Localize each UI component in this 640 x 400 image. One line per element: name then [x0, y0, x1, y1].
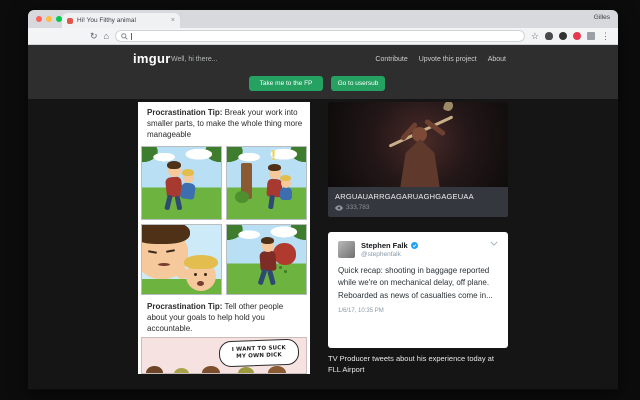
- tweet-header: Stephen Falk @stephenfalk: [338, 241, 498, 258]
- verified-badge-icon: [411, 242, 418, 249]
- tab-title: Hi! You Filthy animal: [77, 17, 167, 24]
- eye-icon: [335, 205, 343, 211]
- audience-head-shape: [268, 366, 286, 374]
- kid-mouth-shape: [197, 281, 204, 286]
- figure-robe-shape: [400, 139, 440, 187]
- imgur-page: imgur Well, hi there... Contribute Upvot…: [28, 45, 618, 389]
- speech-bubble-line-2: MY OWN DICK: [236, 352, 282, 360]
- comic-panel-grid: !: [141, 146, 307, 295]
- extension-icon-3[interactable]: [573, 32, 581, 40]
- address-bar[interactable]: [115, 30, 525, 42]
- bush-shape: [235, 191, 249, 203]
- top-nav: Contribute Upvote this project About: [375, 56, 506, 63]
- kid-torso-shape: [280, 187, 292, 200]
- leg-shape: [268, 195, 275, 210]
- tweet-card[interactable]: Stephen Falk @stephenfalk Quick recap: s…: [328, 232, 508, 348]
- text-cursor: [131, 33, 132, 40]
- comic-panel-3: [141, 224, 222, 295]
- man-hair-shape: [167, 161, 181, 169]
- nav-item-contribute[interactable]: Contribute: [375, 56, 407, 63]
- browser-window: Hi! You Filthy animal × Gilles ↻ ⌂ ☆ ⋮ i…: [28, 10, 618, 390]
- gallery-content: Procrastination Tip: Break your work int…: [28, 99, 618, 389]
- audience-head-shape: [238, 367, 254, 374]
- bookmark-star-icon[interactable]: ☆: [531, 32, 539, 41]
- extension-icon-1[interactable]: [545, 32, 553, 40]
- smirk-mouth-shape: [158, 263, 170, 266]
- speech-bubble: I WANT TO SUCK MY OWN DICK: [219, 339, 300, 368]
- window-controls: [36, 16, 62, 22]
- tweet-avatar[interactable]: [338, 241, 355, 258]
- tab-favicon-icon: [67, 18, 73, 24]
- frontpage-button[interactable]: Take me to the FP: [249, 76, 323, 91]
- extension-icon-4[interactable]: [587, 32, 595, 40]
- tweet-identity: Stephen Falk @stephenfalk: [361, 241, 490, 258]
- view-count: 333,783: [346, 204, 370, 211]
- desktop-background: Hi! You Filthy animal × Gilles ↻ ⌂ ☆ ⋮ i…: [0, 0, 640, 400]
- imgur-logo[interactable]: imgur: [133, 51, 171, 66]
- red-sack-shape: [273, 243, 296, 265]
- tweet-post-caption[interactable]: TV Producer tweets about his experience …: [328, 353, 508, 376]
- kid-hair-shape: [184, 255, 218, 269]
- tusken-raider-image[interactable]: [328, 102, 508, 187]
- close-window-button[interactable]: [36, 16, 42, 22]
- kid-eye-shape: [204, 273, 207, 276]
- extension-icon-2[interactable]: [559, 32, 567, 40]
- comic-panel-4: [226, 224, 307, 295]
- minimize-window-button[interactable]: [46, 16, 52, 22]
- comic-tip-1: Procrastination Tip: Break your work int…: [147, 107, 304, 141]
- page-tagline: Well, hi there...: [171, 56, 218, 63]
- drip-shape: [279, 266, 282, 269]
- leg-shape: [267, 270, 276, 286]
- comic-panel-1: [141, 146, 222, 220]
- man-hair-shape: [141, 224, 190, 244]
- tweet-author-handle[interactable]: @stephenfalk: [361, 251, 490, 258]
- tweet-author-name[interactable]: Stephen Falk: [361, 241, 408, 250]
- profile-name[interactable]: Gilles: [594, 14, 610, 21]
- tab-strip: Hi! You Filthy animal × Gilles: [28, 10, 618, 28]
- comic-panel-5-partial: I WANT TO SUCK MY OWN DICK: [141, 337, 307, 374]
- audience-head-shape: [174, 368, 189, 374]
- comic-panel-2: !: [226, 146, 307, 220]
- tip-2-label: Procrastination Tip:: [147, 302, 222, 311]
- home-icon[interactable]: ⌂: [104, 32, 109, 41]
- comic-tip-2: Procrastination Tip: Tell other people a…: [147, 301, 304, 335]
- leg-shape: [258, 269, 268, 286]
- leg-shape: [164, 195, 172, 211]
- reload-icon[interactable]: ↻: [90, 32, 98, 41]
- media-post-views: 333,783: [328, 203, 508, 212]
- browser-tab[interactable]: Hi! You Filthy animal ×: [62, 13, 180, 28]
- browser-menu-icon[interactable]: ⋮: [601, 32, 610, 41]
- kid-hair-shape: [280, 175, 291, 181]
- comic-post-card[interactable]: Procrastination Tip: Break your work int…: [138, 102, 310, 374]
- audience-head-shape: [146, 366, 163, 374]
- drip-shape: [284, 270, 287, 273]
- kid-eye-shape: [194, 273, 197, 276]
- man-hair-shape: [268, 164, 281, 171]
- exclamation-mark: !: [271, 147, 276, 164]
- tweet-timestamp[interactable]: 1/6/17, 10:35 PM: [338, 308, 498, 314]
- tip-1-label: Procrastination Tip:: [147, 108, 222, 117]
- usersub-button[interactable]: Go to usersub: [331, 76, 385, 91]
- browser-toolbar: ↻ ⌂ ☆ ⋮: [28, 28, 618, 45]
- media-post-title[interactable]: ARGUAUARRGAGARUAGHGAGEUAA: [328, 187, 508, 203]
- man-hair-shape: [261, 237, 274, 244]
- tweet-body: Quick recap: shooting in baggage reporte…: [338, 265, 498, 302]
- nav-item-about[interactable]: About: [488, 56, 506, 63]
- chevron-down-icon[interactable]: [490, 241, 498, 246]
- choking-hand-shape: [176, 267, 188, 279]
- gaffi-club-shape: [443, 102, 455, 112]
- kid-torso-shape: [180, 182, 196, 200]
- tab-close-icon[interactable]: ×: [171, 17, 175, 24]
- nav-item-upvote[interactable]: Upvote this project: [419, 56, 477, 63]
- audience-head-shape: [202, 366, 220, 374]
- search-icon: [121, 33, 128, 40]
- media-post-card[interactable]: ARGUAUARRGAGARUAGHGAGEUAA 333,783: [328, 102, 508, 217]
- kid-hair-shape: [182, 169, 194, 176]
